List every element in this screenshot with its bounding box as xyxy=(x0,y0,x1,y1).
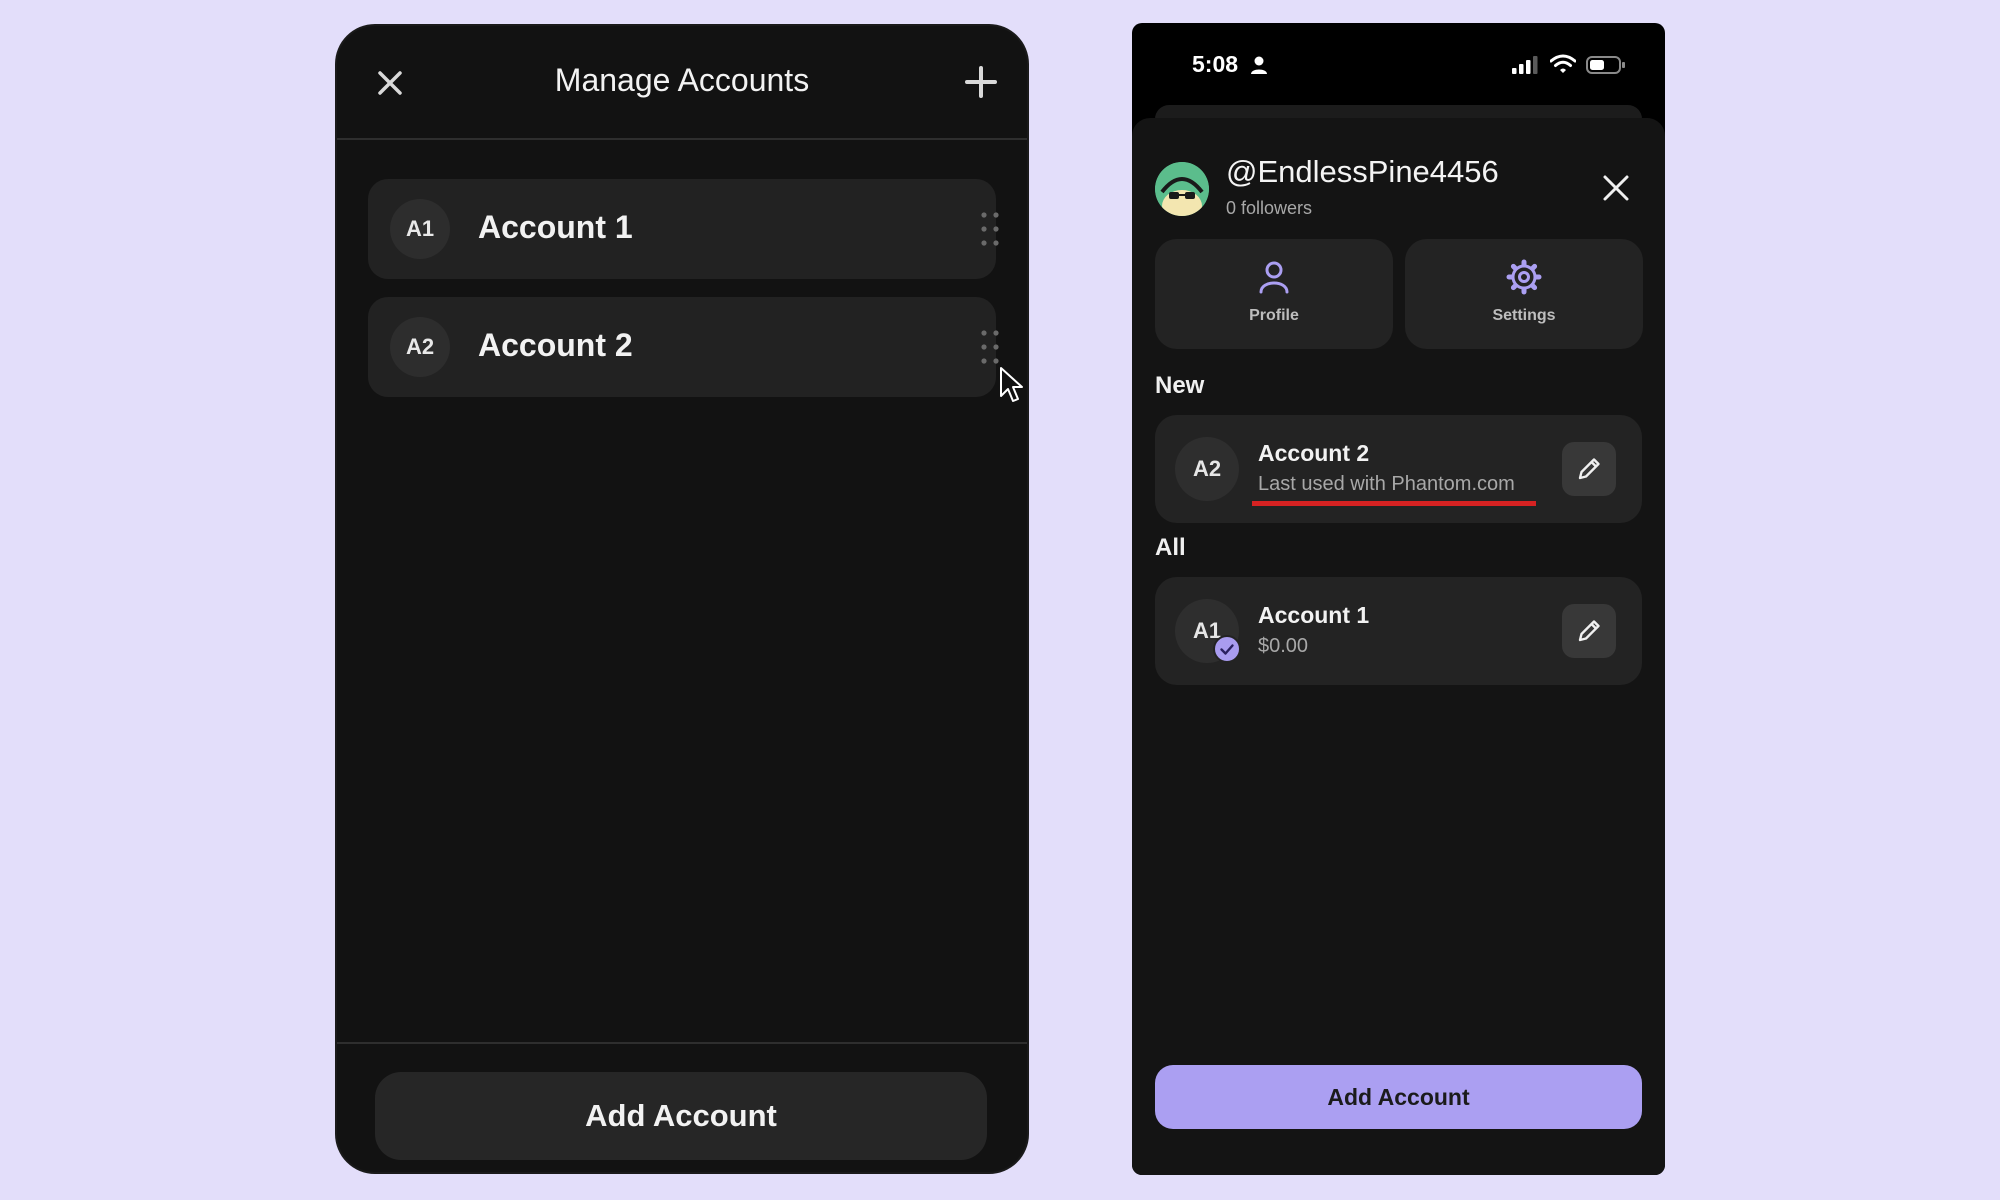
manage-accounts-panel: Manage Accounts A1 Account 1 A2 Account … xyxy=(337,26,1027,1172)
drag-handle-icon[interactable] xyxy=(980,329,1000,365)
account-row[interactable]: A1 Account 1 xyxy=(368,179,999,279)
account-name: Account 1 xyxy=(478,209,633,245)
account-avatar: A2 xyxy=(1175,437,1239,501)
gear-icon xyxy=(1506,259,1542,295)
pencil-icon xyxy=(1578,620,1600,642)
section-heading-all: All xyxy=(1155,534,1186,561)
profile-label: Profile xyxy=(1249,307,1299,324)
account-last-used: Last used with Phantom.com xyxy=(1258,473,1515,495)
account-row[interactable]: A2 Account 2 xyxy=(368,297,999,397)
status-time: 5:08 xyxy=(1192,51,1239,77)
account-sheet: @EndlessPine4456 0 followers Profile Set… xyxy=(1132,118,1665,1175)
account-name: Account 2 xyxy=(478,327,633,363)
edit-account-button[interactable] xyxy=(1562,442,1616,496)
battery-icon xyxy=(1586,56,1625,74)
account-name: Account 2 xyxy=(1258,440,1370,466)
manage-accounts-header: Manage Accounts xyxy=(337,26,1027,140)
pencil-icon xyxy=(1578,458,1600,480)
phone-screen: 5:08 @EndlessPine4456 0 followers Profil… xyxy=(1132,23,1665,1175)
username: @EndlessPine4456 xyxy=(1226,154,1499,189)
settings-label: Settings xyxy=(1492,307,1556,324)
avatar[interactable] xyxy=(1155,162,1209,216)
wifi-icon xyxy=(1550,54,1576,73)
cellular-signal-icon xyxy=(1512,56,1538,74)
account-avatar: A1 xyxy=(390,199,450,259)
highlight-underline xyxy=(1252,501,1536,506)
page-title: Manage Accounts xyxy=(554,62,810,98)
settings-tile[interactable]: Settings xyxy=(1405,239,1643,349)
profile-tile[interactable]: Profile xyxy=(1155,239,1393,349)
account-card[interactable]: A2 Account 2 Last used with Phantom.com xyxy=(1155,415,1642,523)
person-icon xyxy=(1259,261,1289,294)
account-avatar: A2 xyxy=(390,317,450,377)
add-account-button[interactable]: Add Account xyxy=(375,1072,987,1160)
account-balance: $0.00 xyxy=(1258,635,1309,657)
manage-accounts-footer: Add Account xyxy=(337,1042,1027,1172)
add-account-button[interactable]: Add Account xyxy=(1155,1065,1642,1129)
avatar-illustration-icon xyxy=(1155,162,1209,216)
plus-icon[interactable] xyxy=(961,62,1001,102)
edit-account-button[interactable] xyxy=(1562,604,1616,658)
account-name: Account 1 xyxy=(1258,602,1370,628)
selected-check-icon xyxy=(1213,635,1241,663)
account-card[interactable]: A1 Account 1 $0.00 xyxy=(1155,577,1642,685)
person-status-icon xyxy=(1251,56,1267,74)
followers-count[interactable]: 0 followers xyxy=(1226,198,1312,219)
mouse-cursor-icon xyxy=(1000,367,1023,402)
close-icon[interactable] xyxy=(1602,174,1630,202)
drag-handle-icon[interactable] xyxy=(980,211,1000,247)
section-heading-new: New xyxy=(1155,372,1205,399)
